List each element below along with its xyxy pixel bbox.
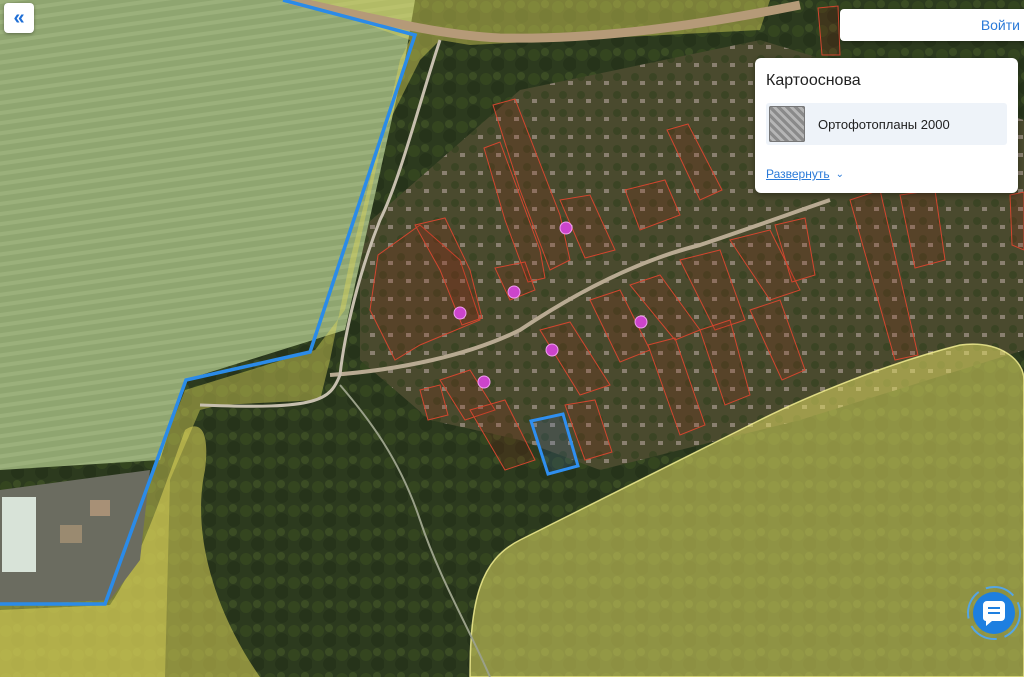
basemap-panel: Картооснова Ортофотопланы 2000 Развернут… xyxy=(755,58,1018,193)
building-white-roof xyxy=(2,497,36,572)
collapse-sidebar-button[interactable]: « xyxy=(4,3,34,33)
point-marker[interactable] xyxy=(477,375,491,389)
expand-button[interactable]: Развернуть ⌄ xyxy=(766,167,844,181)
basemap-layer-option[interactable]: Ортофотопланы 2000 xyxy=(766,103,1007,145)
point-marker[interactable] xyxy=(634,315,648,329)
point-marker[interactable] xyxy=(545,343,559,357)
chevron-down-icon: ⌄ xyxy=(835,168,844,180)
orthophoto-thumbnail-icon xyxy=(769,106,805,142)
cadastral-parcel[interactable] xyxy=(817,5,841,56)
double-chevron-left-icon: « xyxy=(13,6,25,29)
point-marker[interactable] xyxy=(453,306,467,320)
expand-label: Развернуть xyxy=(766,167,830,181)
header-bar: Войти xyxy=(840,9,1024,41)
building xyxy=(60,525,82,543)
cadastral-parcel[interactable] xyxy=(1009,191,1024,251)
chat-button[interactable] xyxy=(966,585,1022,641)
login-link[interactable]: Войти xyxy=(981,17,1020,33)
point-marker[interactable] xyxy=(559,221,573,235)
panel-title: Картооснова xyxy=(766,72,861,89)
layer-label: Ортофотопланы 2000 xyxy=(818,116,950,132)
building xyxy=(90,500,110,516)
point-marker[interactable] xyxy=(507,285,521,299)
